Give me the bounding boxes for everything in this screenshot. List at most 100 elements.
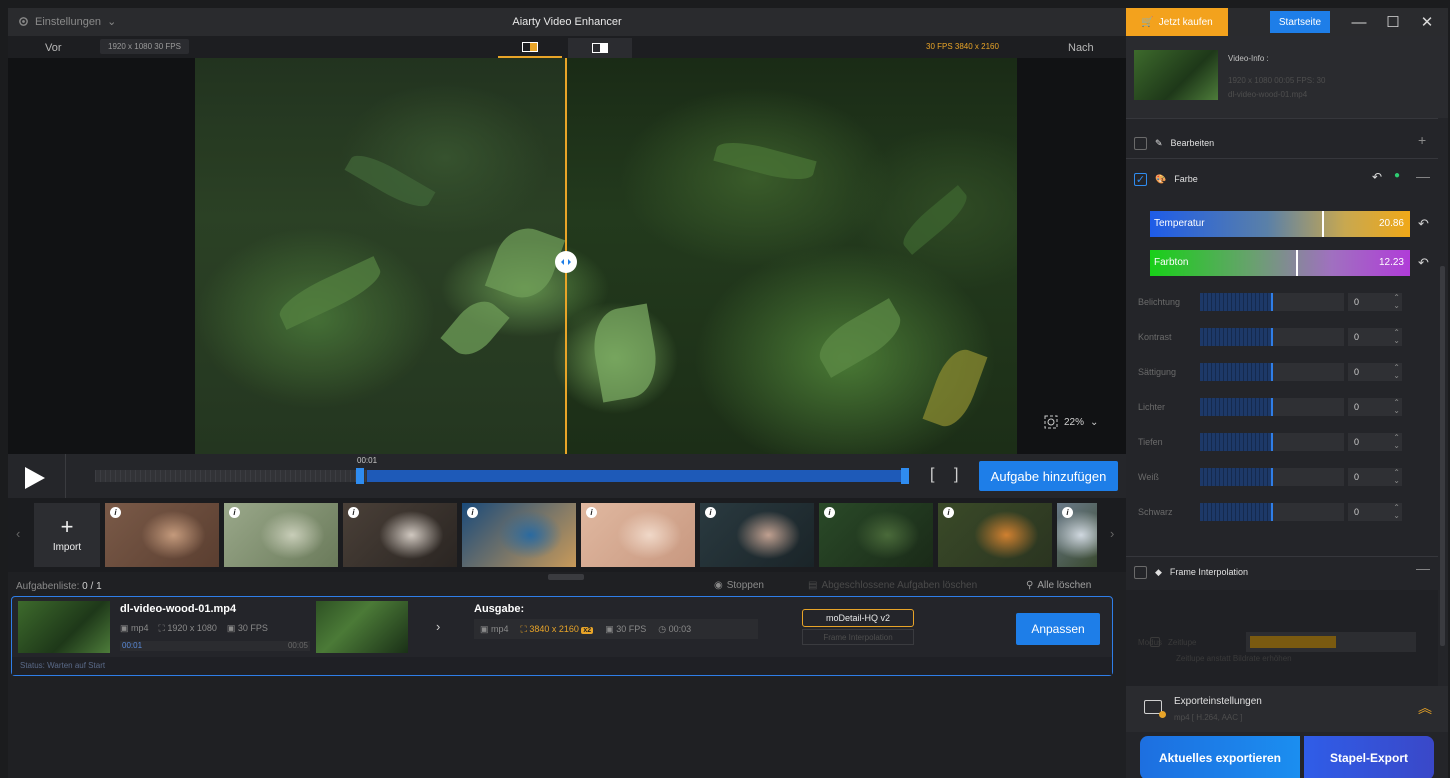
tint-knob[interactable]: [1296, 250, 1298, 276]
panel-scrollbar[interactable]: [1440, 266, 1445, 646]
before-info: 1920 x 1080 30 FPS: [100, 39, 189, 54]
timeline-selection[interactable]: [367, 470, 905, 482]
adjust-button[interactable]: Anpassen: [1016, 613, 1100, 645]
split-handle[interactable]: [555, 251, 577, 273]
color-checkbox[interactable]: ✓: [1134, 172, 1147, 186]
side-by-side-icon: [592, 43, 608, 53]
clear-finished-button[interactable]: ▤ Abgeschlossene Aufgaben löschen: [808, 580, 977, 591]
adjustment-input[interactable]: 0 ⌃ ⌄: [1348, 468, 1402, 486]
thumbnail-baby[interactable]: i: [581, 503, 695, 567]
adjustment-input[interactable]: 0 ⌃ ⌄: [1348, 398, 1402, 416]
adjustment-slider[interactable]: [1200, 293, 1344, 311]
thumbnail-island[interactable]: i: [462, 503, 576, 567]
adjustment-knob[interactable]: [1271, 328, 1273, 346]
info-icon[interactable]: i: [348, 507, 359, 518]
trim-start-handle[interactable]: [356, 468, 364, 484]
adjustment-input[interactable]: 0 ⌃ ⌄: [1348, 503, 1402, 521]
reset-temperature-icon[interactable]: ↶: [1418, 216, 1429, 232]
info-icon[interactable]: i: [467, 507, 478, 518]
adjustment-knob[interactable]: [1271, 503, 1273, 521]
after-label: Nach: [1068, 42, 1094, 54]
adjustment-slider[interactable]: [1200, 468, 1344, 486]
split-view-tab[interactable]: [498, 38, 562, 58]
adjustment-input[interactable]: 0 ⌃ ⌄: [1348, 328, 1402, 346]
collapse-minus-icon[interactable]: —: [1416, 168, 1430, 184]
trim-end-handle[interactable]: [901, 468, 909, 484]
model-selector[interactable]: moDetail-HQ v2: [802, 609, 914, 627]
info-icon[interactable]: i: [586, 507, 597, 518]
chevron-up-icon[interactable]: ︽: [1418, 698, 1432, 718]
thumbnail-forest[interactable]: i: [819, 503, 933, 567]
adjustment-slider[interactable]: [1200, 503, 1344, 521]
adjustment-slider[interactable]: [1200, 363, 1344, 381]
adjustment-knob[interactable]: [1271, 363, 1273, 381]
add-task-button[interactable]: Aufgabe hinzufügen: [979, 461, 1118, 491]
info-icon[interactable]: i: [705, 507, 716, 518]
scroll-right-icon[interactable]: ›: [1110, 526, 1114, 541]
play-icon[interactable]: [25, 467, 45, 489]
reset-tint-icon[interactable]: ↶: [1418, 255, 1429, 271]
undo-icon[interactable]: ↶: [1372, 170, 1382, 184]
stop-button[interactable]: ◉ Stoppen: [714, 580, 764, 591]
edit-checkbox[interactable]: [1134, 136, 1147, 150]
thumbnail-portrait-woman[interactable]: i: [105, 503, 219, 567]
tint-slider[interactable]: Farbton 12.23: [1150, 250, 1410, 276]
info-icon[interactable]: i: [1062, 507, 1073, 518]
adjustment-input[interactable]: 0 ⌃ ⌄: [1348, 433, 1402, 451]
thumbnail-tiger[interactable]: i: [938, 503, 1052, 567]
info-icon[interactable]: i: [824, 507, 835, 518]
before-label: Vor: [45, 42, 62, 54]
side-by-side-tab[interactable]: [568, 38, 632, 58]
info-icon[interactable]: i: [229, 507, 240, 518]
color-section[interactable]: ✓ 🎨 Farbe: [1134, 169, 1434, 189]
adjustment-input[interactable]: 0 ⌃ ⌄: [1348, 293, 1402, 311]
adjustment-knob[interactable]: [1271, 433, 1273, 451]
temperature-slider[interactable]: Temperatur 20.86: [1150, 211, 1410, 237]
adjustment-knob[interactable]: [1271, 468, 1273, 486]
close-icon[interactable]: ✕: [1410, 8, 1444, 36]
expand-plus-icon[interactable]: +: [1418, 132, 1426, 148]
buy-button[interactable]: 🛒 Jetzt kaufen: [1126, 8, 1228, 36]
video-preview[interactable]: Vor 1920 x 1080 30 FPS 30 FPS 3840 x 216…: [8, 36, 1126, 454]
adjustment-knob[interactable]: [1271, 293, 1273, 311]
divider: [1126, 118, 1438, 119]
temperature-knob[interactable]: [1322, 211, 1324, 237]
adjustment-slider[interactable]: [1200, 433, 1344, 451]
frame-interp-checkbox[interactable]: [1134, 565, 1147, 579]
export-current-button[interactable]: Aktuelles exportieren: [1140, 736, 1300, 778]
maximize-icon[interactable]: ☐: [1376, 8, 1410, 36]
spinner-icon[interactable]: ⌃ ⌄: [1393, 434, 1400, 450]
collapse-minus-icon[interactable]: —: [1416, 560, 1430, 576]
spinner-icon[interactable]: ⌃ ⌄: [1393, 469, 1400, 485]
scroll-left-icon[interactable]: ‹: [16, 526, 20, 541]
thumbnail-woman-hands[interactable]: i: [700, 503, 814, 567]
spinner-icon[interactable]: ⌃ ⌄: [1393, 399, 1400, 415]
info-icon[interactable]: i: [943, 507, 954, 518]
zoom-control[interactable]: 22% ⌄: [1044, 415, 1098, 429]
spinner-icon[interactable]: ⌃ ⌄: [1393, 294, 1400, 310]
collapse-handle[interactable]: [548, 574, 584, 580]
set-in-icon[interactable]: [: [930, 466, 934, 484]
frame-interp-section[interactable]: ◆ Frame Interpolation: [1134, 562, 1434, 582]
spinner-icon[interactable]: ⌃ ⌄: [1393, 329, 1400, 345]
thumbnail-hummingbird[interactable]: i: [224, 503, 338, 567]
edit-section[interactable]: ✎ Bearbeiten: [1134, 133, 1434, 153]
thumbnail-mountains[interactable]: i: [1057, 503, 1097, 567]
batch-export-button[interactable]: Stapel-Export: [1304, 736, 1434, 778]
spinner-icon[interactable]: ⌃ ⌄: [1393, 504, 1400, 520]
adjustment-slider[interactable]: [1200, 328, 1344, 346]
thumbnail-cat[interactable]: i: [343, 503, 457, 567]
task-card[interactable]: dl-video-wood-01.mp4 ▣ mp4 ⛶ 1920 x 1080…: [11, 596, 1113, 676]
output-fps: 30 FPS: [616, 623, 647, 634]
home-button[interactable]: Startseite: [1270, 11, 1330, 33]
set-out-icon[interactable]: ]: [954, 466, 958, 484]
info-icon[interactable]: i: [110, 507, 121, 518]
clear-all-button[interactable]: ⚲ Alle löschen: [1026, 580, 1091, 591]
minimize-icon[interactable]: —: [1342, 8, 1376, 36]
adjustment-knob[interactable]: [1271, 398, 1273, 416]
adjustment-slider[interactable]: [1200, 398, 1344, 416]
import-button[interactable]: + Import: [34, 503, 100, 567]
spinner-icon[interactable]: ⌃ ⌄: [1393, 364, 1400, 380]
adjustment-input[interactable]: 0 ⌃ ⌄: [1348, 363, 1402, 381]
export-settings[interactable]: Exporteinstellungen mp4 [ H.264, AAC ] ︽: [1126, 686, 1448, 732]
